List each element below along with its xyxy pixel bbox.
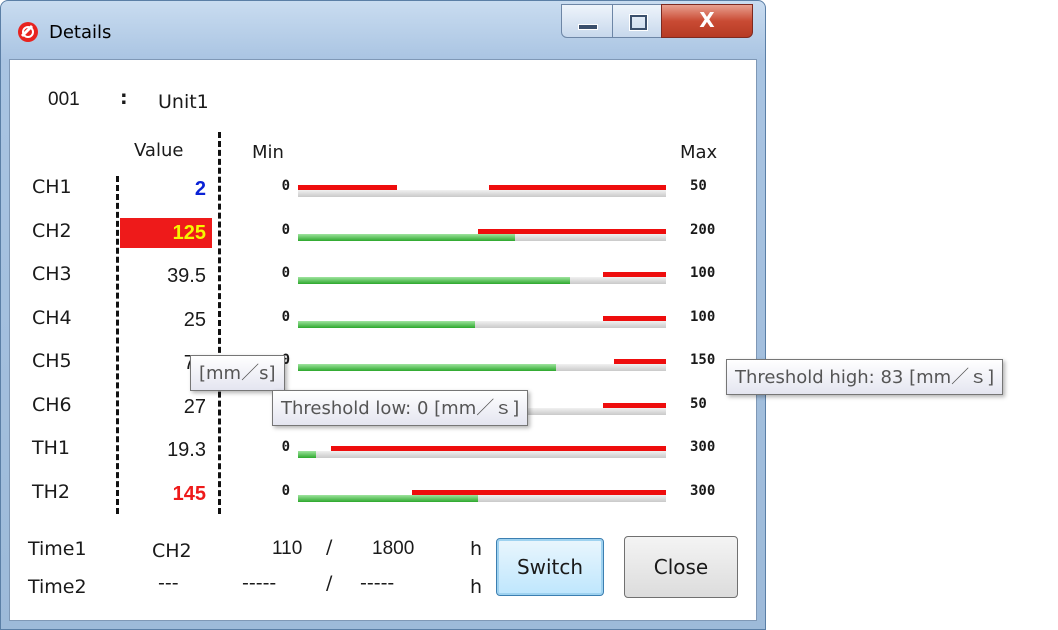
channel-label: CH1 <box>32 176 72 198</box>
channel-level-bar <box>298 185 666 197</box>
time2-total: ----- <box>360 572 395 594</box>
time1-current: 110 <box>272 538 303 559</box>
threshold-high-tooltip: Threshold high: 83 [mm／ｓ] <box>726 359 1004 395</box>
channel-level-bar <box>298 315 666 328</box>
time2-channel: --- <box>158 572 179 594</box>
channel-level-fill <box>298 494 479 502</box>
threshold-high-marker[interactable] <box>603 402 666 408</box>
details-window: Details X 001 : Unit1 Value Min Max CH1 2… <box>0 0 766 630</box>
unit-number: 001 <box>48 89 80 110</box>
channel-level-fill <box>298 451 317 458</box>
app-logo-icon <box>18 22 38 42</box>
close-icon: X <box>699 8 715 32</box>
channel-max: 100 <box>690 308 716 325</box>
channel-max: 200 <box>690 221 716 238</box>
title-bar[interactable]: Details X <box>1 1 765 57</box>
threshold-high-marker[interactable] <box>412 489 666 495</box>
channel-min: 0 <box>281 265 290 281</box>
channel-level-bar <box>298 228 666 241</box>
channel-level-bar <box>298 446 666 458</box>
channel-row-th1: TH1 19.3 0 300 <box>10 431 758 475</box>
channel-max: 300 <box>690 439 716 455</box>
minimize-button[interactable] <box>561 4 613 38</box>
time2-slash: / <box>326 572 333 594</box>
max-column-header: Max <box>680 142 718 163</box>
channel-min: 0 <box>281 178 290 194</box>
channel-min: 0 <box>281 221 290 238</box>
channel-min: 0 <box>281 308 290 325</box>
channel-level-fill <box>298 364 556 371</box>
unit-name: Unit1 <box>158 91 209 113</box>
threshold-high-marker[interactable] <box>603 272 666 277</box>
channel-value: 125 <box>120 217 212 248</box>
channel-value: 25 <box>183 308 206 331</box>
channel-max: 100 <box>690 265 716 281</box>
channel-level-fill <box>298 277 571 284</box>
channel-value: 39.5 <box>167 265 206 287</box>
time1-slash: / <box>326 536 333 558</box>
time1-unit: h <box>470 538 483 560</box>
threshold-high-marker[interactable] <box>478 228 666 234</box>
channel-label: CH5 <box>32 350 72 372</box>
close-button[interactable]: Close <box>624 536 738 598</box>
channel-label: TH2 <box>32 480 70 503</box>
time2-unit: h <box>470 576 483 598</box>
threshold-high-marker[interactable] <box>331 446 666 451</box>
channel-level-bar <box>298 272 666 284</box>
close-window-button[interactable]: X <box>661 4 753 38</box>
threshold-low-tooltip: Threshold low: 0 [mm／ｓ] <box>272 390 529 426</box>
channel-label: CH2 <box>32 219 72 242</box>
channel-label: CH3 <box>32 263 72 285</box>
channel-row-th2: TH2 145 0 300 <box>10 475 758 519</box>
channel-max: 50 <box>690 178 707 194</box>
unit-tooltip: [mm／s] <box>190 355 285 391</box>
min-column-header: Min <box>252 142 284 163</box>
channel-max: 50 <box>690 395 707 412</box>
channel-row-ch5: CH5720150 <box>10 344 758 388</box>
channel-value: 145 <box>172 482 206 505</box>
value-column-header: Value <box>134 140 184 161</box>
channel-value: 2 <box>194 178 206 200</box>
time2-current: ----- <box>242 572 277 594</box>
channel-value: 19.3 <box>167 439 206 461</box>
channel-min: 0 <box>281 439 290 455</box>
time2-label: Time2 <box>28 576 87 598</box>
channel-label: CH4 <box>32 306 72 329</box>
details-panel: 001 : Unit1 Value Min Max CH1 2 0 50 CH2 125 0… <box>9 59 757 621</box>
channel-row-ch2: CH2 125 0 200 <box>10 214 758 258</box>
threshold-high-marker[interactable] <box>614 359 666 364</box>
channel-label: TH1 <box>32 437 70 459</box>
channel-max: 300 <box>690 482 716 499</box>
channel-level-bar <box>298 489 666 502</box>
window-title: Details <box>49 22 112 43</box>
threshold-high-marker[interactable] <box>489 185 666 190</box>
unit-separator: : <box>120 87 128 109</box>
time1-label: Time1 <box>28 538 87 560</box>
channel-row-ch1: CH1 2 0 50 <box>10 170 758 214</box>
threshold-high-marker[interactable] <box>603 315 666 321</box>
channel-min: 0 <box>281 482 290 499</box>
time1-total: 1800 <box>372 538 415 559</box>
channel-level-fill <box>298 233 516 241</box>
channel-level-bar <box>298 359 666 371</box>
channel-value: 27 <box>183 395 206 418</box>
threshold-low-marker[interactable] <box>298 185 398 190</box>
channel-row-ch3: CH3 39.5 0 100 <box>10 257 758 301</box>
channel-row-ch4: CH4 25 0 100 <box>10 301 758 345</box>
maximize-button[interactable] <box>612 4 662 38</box>
channel-level-fill <box>298 320 475 328</box>
channel-label: CH6 <box>32 393 72 416</box>
switch-button[interactable]: Switch <box>496 538 604 596</box>
time1-channel: CH2 <box>152 540 192 562</box>
